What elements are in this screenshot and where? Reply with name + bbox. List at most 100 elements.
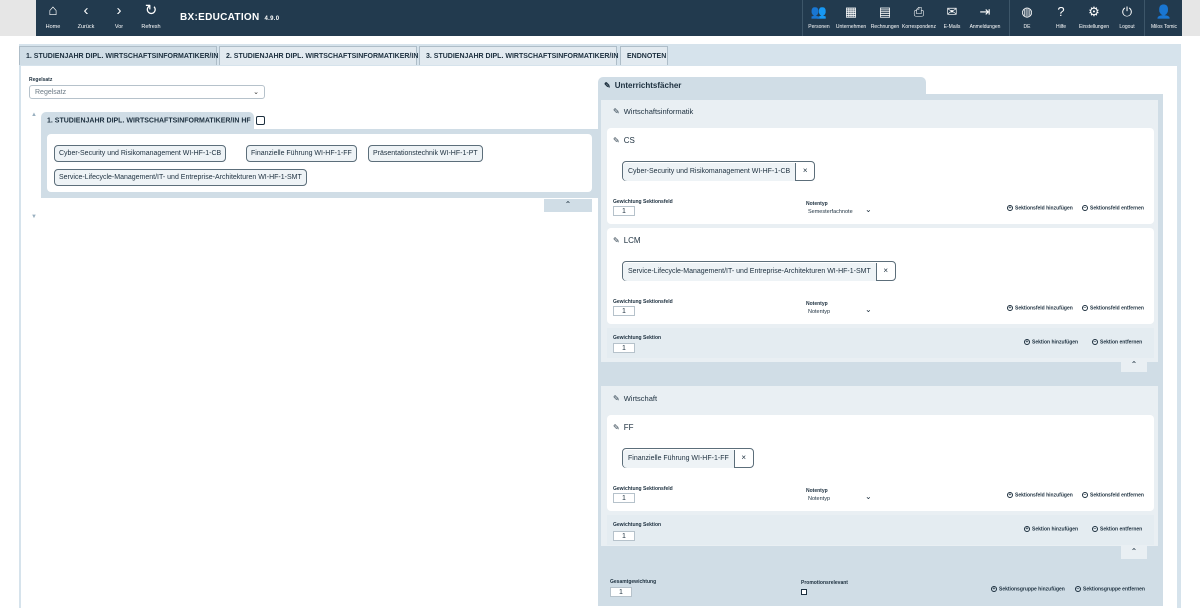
sektionsfeld-add-button[interactable]: + Sektionsfeld hinzufügen (1007, 305, 1073, 311)
logout-button[interactable]: ⏻ Logout (1112, 0, 1142, 36)
plus-circle-icon: + (1007, 305, 1013, 311)
tab-studienjahr-3[interactable]: 3. STUDIENJAHR DIPL. WIRTSCHAFTSINFORMAT… (419, 46, 630, 65)
tab-endnoten[interactable]: ENDNOTEN (620, 46, 668, 65)
group-name: ✎ Wirtschaftsinformatik (613, 107, 694, 116)
collapse-button[interactable]: ⌃ (1121, 359, 1147, 372)
refresh-button[interactable]: ↻ Refresh (134, 0, 168, 36)
chevron-down-icon[interactable]: ⌄ (865, 492, 872, 501)
emails-button[interactable]: ✉ E-Mails (936, 0, 968, 36)
chevron-left-icon: ‹ (83, 2, 89, 19)
weight-input[interactable]: 1 (613, 206, 635, 216)
printer-icon: ⎙ (913, 4, 925, 19)
plus-circle-icon: + (991, 586, 997, 592)
promotionsrelevant-checkbox[interactable] (801, 589, 807, 595)
korrespondenz-button[interactable]: ⎙ Korrespondenz (902, 0, 936, 36)
minus-circle-icon: − (1082, 492, 1088, 498)
close-icon[interactable]: × (735, 449, 753, 467)
collapse-button[interactable]: ⌃ (1121, 546, 1147, 559)
collapse-button[interactable]: ⌃ (544, 199, 592, 212)
nav-bar: ⌂ Home ‹ Zurück › Vor ↻ Refresh BX:EDUCATION… (36, 0, 1182, 36)
sektionsgruppe-add-button[interactable]: + Sektionsgruppe hinzufügen (991, 586, 1065, 592)
section-weight-input[interactable]: 1 (613, 343, 635, 353)
subject-chip[interactable]: Cyber-Security und Risikomanagement WI-H… (54, 145, 227, 162)
chevron-up-icon: ⌃ (564, 200, 572, 209)
sektion-remove-button[interactable]: − Sektion entfernen (1092, 526, 1142, 532)
sektionsfeld-remove-button[interactable]: − Sektionsfeld entfernen (1082, 492, 1144, 498)
rechnungen-button[interactable]: ▤ Rechnungen (868, 0, 902, 36)
language-button[interactable]: ◍ DE (1012, 0, 1042, 36)
subject-chip[interactable]: Service-Lifecycle-Management/IT- und Ent… (54, 169, 307, 186)
pencil-icon[interactable]: ✎ (613, 236, 620, 245)
notentyp-select[interactable]: Notentyp (808, 309, 830, 315)
chevron-up-icon: ⌃ (1130, 360, 1138, 369)
personen-button[interactable]: 👥 Personen (804, 0, 834, 36)
pencil-icon[interactable]: ✎ (604, 81, 611, 90)
minus-circle-icon: − (1082, 305, 1088, 311)
chevron-up-icon: ⌃ (1130, 547, 1138, 556)
regelsatz-select[interactable]: Regelsatz ⌄ (29, 85, 265, 99)
unterrichtsfaecher-tab: ✎ Unterrichtsfächer (598, 77, 926, 94)
anmeldungen-button[interactable]: ⇥ Anmeldungen (968, 0, 1002, 36)
refresh-icon: ↻ (144, 2, 158, 19)
sektion-remove-button[interactable]: − Sektion entfernen (1092, 339, 1142, 345)
home-button[interactable]: ⌂ Home (36, 0, 70, 36)
sektion-add-button[interactable]: + Sektion hinzufügen (1024, 339, 1078, 345)
plus-circle-icon: + (1007, 205, 1013, 211)
building-icon: ▦ (844, 4, 858, 19)
section-subject-chip: Cyber-Security und Risikomanagement WI-H… (622, 161, 816, 181)
pencil-icon[interactable]: ✎ (613, 136, 620, 145)
help-icon: ? (1057, 4, 1065, 19)
settings-button[interactable]: ⚙ Einstellungen (1076, 0, 1112, 36)
section-subject-chip: Service-Lifecycle-Management/IT- und Ent… (622, 261, 896, 281)
weight-input[interactable]: 1 (613, 493, 635, 503)
collapse-up-icon[interactable]: ▲ (31, 112, 37, 118)
people-icon: 👥 (810, 4, 828, 19)
plus-circle-icon: + (1007, 492, 1013, 498)
close-icon[interactable]: × (796, 162, 814, 180)
sektionsgruppe-remove-button[interactable]: − Sektionsgruppe entfernen (1075, 586, 1145, 592)
weight-input[interactable]: 1 (613, 306, 635, 316)
chevron-down-icon[interactable]: ⌄ (865, 305, 872, 314)
section-name: ✎ LCM (613, 236, 641, 245)
globe-icon: ◍ (1021, 4, 1033, 19)
chevron-down-icon: ⌄ (253, 89, 259, 96)
forward-button[interactable]: › Vor (102, 0, 136, 36)
sign-in-icon: ⇥ (979, 4, 991, 19)
plus-circle-icon: + (1024, 526, 1030, 532)
app-brand: BX:EDUCATION 4.9.0 (180, 12, 280, 23)
sektion-add-button[interactable]: + Sektion hinzufügen (1024, 526, 1078, 532)
pencil-icon[interactable]: ✎ (613, 107, 620, 116)
group-checkbox[interactable] (255, 116, 265, 125)
minus-circle-icon: − (1092, 339, 1098, 345)
section-name: ✎ FF (613, 423, 634, 432)
minus-circle-icon: − (1092, 526, 1098, 532)
tab-studienjahr-2[interactable]: 2. STUDIENJAHR DIPL. WIRTSCHAFTSINFORMAT… (219, 46, 430, 65)
chevron-down-icon[interactable]: ⌄ (865, 205, 872, 214)
section-subject-chip: Finanzielle Führung WI-HF-1-FF × (622, 448, 754, 468)
close-icon[interactable]: × (877, 262, 895, 280)
chevron-right-icon: › (116, 2, 122, 19)
group-name: ✎ Wirtschaft (613, 394, 658, 403)
logout-icon: ⏻ (1121, 4, 1133, 19)
pencil-icon[interactable]: ✎ (613, 423, 620, 432)
sektionsfeld-remove-button[interactable]: − Sektionsfeld entfernen (1082, 305, 1144, 311)
tab-studienjahr-1[interactable]: 1. STUDIENJAHR DIPL. WIRTSCHAFTSINFORMAT… (19, 46, 230, 65)
user-button[interactable]: 👤 Milos Tomic (1146, 0, 1182, 36)
help-button[interactable]: ? Hilfe (1046, 0, 1076, 36)
back-button[interactable]: ‹ Zurück (69, 0, 103, 36)
pencil-icon[interactable]: ✎ (613, 394, 620, 403)
sektionsfeld-add-button[interactable]: + Sektionsfeld hinzufügen (1007, 205, 1073, 211)
subject-chip[interactable]: Präsentationstechnik WI-HF-1-PT (368, 145, 483, 162)
notentyp-select[interactable]: Semesterfachnote (808, 209, 853, 215)
gesamtgewichtung-input[interactable]: 1 (610, 587, 632, 597)
section-weight-input[interactable]: 1 (613, 531, 635, 541)
expand-down-icon[interactable]: ▼ (31, 214, 37, 220)
sektionsfeld-add-button[interactable]: + Sektionsfeld hinzufügen (1007, 492, 1073, 498)
minus-circle-icon: − (1075, 586, 1081, 592)
unternehmen-button[interactable]: ▦ Unternehmen (834, 0, 868, 36)
notentyp-select[interactable]: Notentyp (808, 496, 830, 502)
sektionsfeld-remove-button[interactable]: − Sektionsfeld entfernen (1082, 205, 1144, 211)
group-tab: 1. STUDIENJAHR DIPL. WIRTSCHAFTSINFORMAT… (41, 112, 265, 129)
home-icon: ⌂ (48, 2, 58, 19)
subject-chip[interactable]: Finanzielle Führung WI-HF-1-FF (246, 145, 357, 162)
